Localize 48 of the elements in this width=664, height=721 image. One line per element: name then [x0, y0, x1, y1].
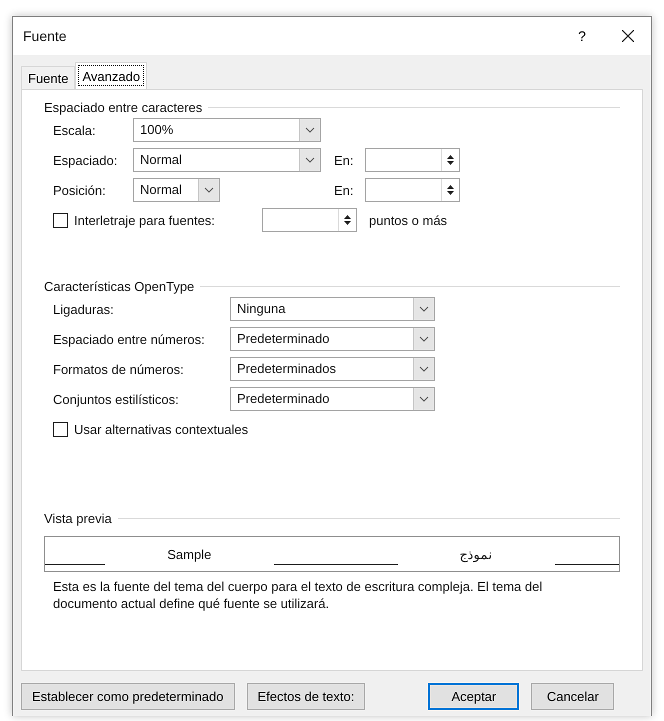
preview-sample: Sample — [167, 546, 212, 562]
dropdown[interactable]: Ninguna — [230, 297, 435, 321]
preview-sample: نموذج — [460, 546, 493, 562]
preview-description: Esta es la fuente del tema del cuerpo para el texto de escritura compleja. El tema del documento actual define qué fuente se utilizará. — [52, 578, 544, 612]
spin-field[interactable] — [262, 208, 357, 232]
tab[interactable]: Avanzado — [75, 62, 148, 89]
checkbox[interactable] — [53, 212, 68, 228]
field-label: Formatos de números: — [53, 362, 185, 376]
tab[interactable]: Fuente — [21, 66, 76, 89]
dialog-button[interactable]: Establecer como predeterminado — [21, 683, 234, 710]
chevron-down-icon — [204, 187, 214, 193]
spin-arrows-icon[interactable] — [447, 154, 454, 166]
chevron-down-icon — [419, 396, 429, 402]
spin-arrows-icon[interactable] — [344, 214, 351, 226]
section-heading: Características OpenType — [44, 279, 194, 294]
field-label: Posición: — [53, 182, 107, 198]
field-label: Escala: — [53, 122, 97, 138]
dialog-button[interactable]: Efectos de texto: — [246, 683, 366, 710]
dialog-button[interactable]: Cancelar — [531, 683, 614, 710]
section-heading: Espaciado entre caracteres — [44, 100, 202, 115]
dropdown[interactable]: 100% — [133, 118, 321, 142]
checkbox[interactable] — [53, 422, 68, 436]
section-heading: Vista previa — [44, 511, 112, 526]
chevron-down-icon — [305, 157, 315, 163]
chevron-down-icon — [419, 306, 429, 312]
field-label: Espaciado: — [53, 152, 118, 168]
chevron-down-icon — [419, 366, 429, 372]
field-label: puntos o más — [369, 212, 448, 228]
dropdown[interactable]: Normal — [133, 148, 321, 172]
field-label: En: — [334, 152, 355, 168]
checkbox-label: Usar alternativas contextuales — [74, 422, 248, 436]
field-label: Conjuntos estilísticos: — [53, 392, 180, 406]
spin-field[interactable] — [365, 148, 460, 172]
dropdown[interactable]: Normal — [133, 178, 220, 202]
chevron-down-icon — [305, 127, 315, 133]
checkbox-label: Interletraje para fuentes: — [74, 212, 216, 228]
spin-arrows-icon[interactable] — [447, 184, 454, 196]
dropdown[interactable]: Predeterminado — [230, 327, 435, 351]
dropdown[interactable]: Predeterminado — [230, 387, 435, 411]
field-label: Espaciado entre números: — [53, 332, 206, 346]
dropdown[interactable]: Predeterminados — [230, 357, 435, 381]
help-button[interactable]: ? — [559, 28, 605, 44]
window-title: Fuente — [23, 28, 68, 44]
chevron-down-icon — [419, 336, 429, 342]
field-label: En: — [334, 182, 355, 198]
spin-field[interactable] — [365, 178, 460, 202]
field-label: Ligaduras: — [53, 302, 115, 316]
dialog-button[interactable]: Aceptar — [428, 683, 520, 710]
